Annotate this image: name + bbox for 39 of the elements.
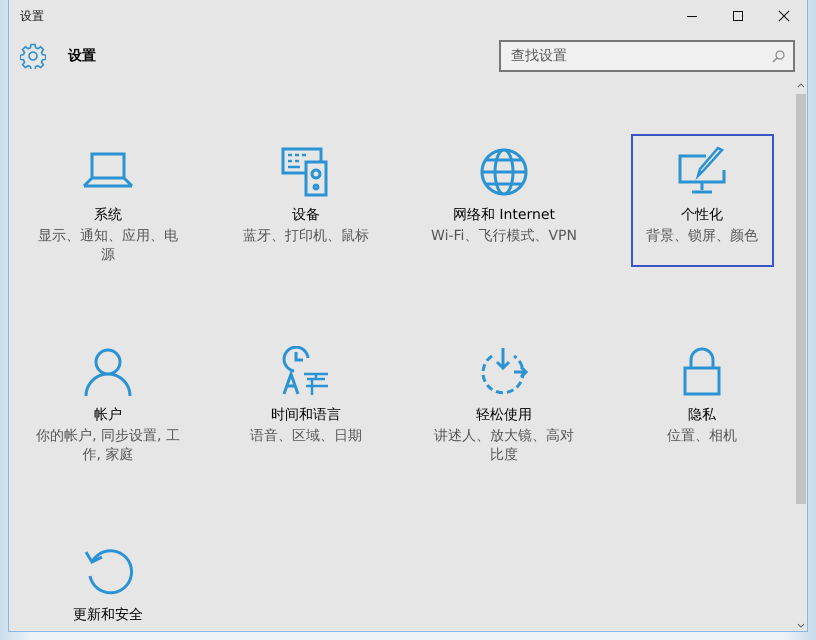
- settings-tile[interactable]: 隐私 位置、相机: [630, 334, 774, 467]
- settings-tile[interactable]: 帐户 你的帐户, 同步设置, 工作, 家庭: [36, 334, 180, 467]
- tile-title: 网络和 Internet: [452, 206, 556, 224]
- globe-icon: [478, 146, 530, 198]
- maximize-icon: [732, 10, 744, 22]
- tile-subtitle: 位置、相机: [666, 427, 738, 446]
- person-icon: [82, 346, 134, 398]
- tile-title: 帐户: [94, 406, 122, 424]
- search-icon: [772, 50, 785, 63]
- close-icon: [778, 10, 790, 22]
- tile-subtitle: Wi-Fi、飞行模式、VPN: [430, 227, 578, 246]
- tile-title: 设备: [292, 206, 320, 224]
- tile-title: 系统: [94, 206, 122, 224]
- settings-tile[interactable]: 时间和语言 语音、区域、日期: [234, 334, 378, 467]
- search-field[interactable]: 查找设置: [499, 40, 795, 72]
- window-title: 设置: [20, 8, 45, 24]
- tile-title: 个性化: [681, 206, 723, 224]
- tile-title: 时间和语言: [271, 406, 341, 424]
- scroll-up-icon[interactable]: [797, 82, 805, 88]
- scrollbar-thumb[interactable]: [796, 94, 806, 504]
- settings-tile[interactable]: 更新和安全: [36, 534, 180, 631]
- scrollbar[interactable]: [795, 80, 807, 631]
- settings-tile[interactable]: 个性化 背景、锁屏、颜色: [630, 134, 774, 267]
- settings-tile[interactable]: 网络和 Internet Wi-Fi、飞行模式、VPN: [432, 134, 576, 267]
- tile-subtitle: 语音、区域、日期: [249, 427, 363, 446]
- settings-tile[interactable]: 轻松使用 讲述人、放大镜、高对比度: [432, 334, 576, 467]
- tile-title: 轻松使用: [476, 406, 532, 424]
- tile-subtitle: 讲述人、放大镜、高对比度: [433, 427, 575, 465]
- tile-subtitle: 你的帐户, 同步设置, 工作, 家庭: [35, 427, 181, 465]
- tile-title: 隐私: [688, 406, 716, 424]
- settings-tile[interactable]: 设备 蓝牙、打印机、鼠标: [234, 134, 378, 267]
- tile-subtitle: 蓝牙、打印机、鼠标: [242, 227, 370, 246]
- scroll-down-icon[interactable]: [797, 623, 805, 629]
- page-title: 设置: [68, 47, 97, 65]
- tile-title: 更新和安全: [73, 606, 143, 624]
- settings-tile[interactable]: 系统 显示、通知、应用、电源: [36, 134, 180, 267]
- settings-icon: [20, 43, 46, 69]
- tile-subtitle: 背景、锁屏、颜色: [645, 227, 759, 246]
- tile-subtitle: 显示、通知、应用、电源: [37, 227, 179, 265]
